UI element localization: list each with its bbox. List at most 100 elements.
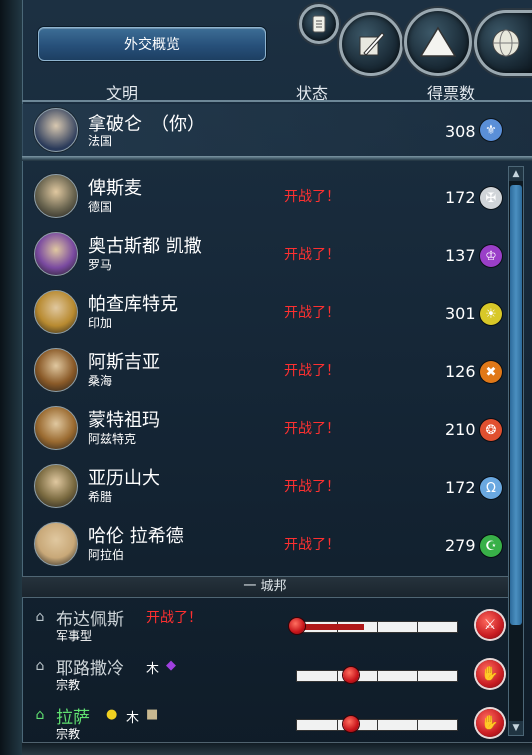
songhai-emblem-icon: ✖ bbox=[480, 361, 502, 383]
scroll-icon bbox=[312, 15, 326, 33]
leader-votes: 279 bbox=[445, 536, 476, 555]
leader-name: 阿斯吉亚 bbox=[88, 352, 160, 373]
purple-gem-icon: ◆ bbox=[166, 658, 176, 673]
city-state-row[interactable]: ⌂ 布达佩斯 军事型 开战了！ ⚔ bbox=[22, 603, 508, 653]
war-status: 开战了！ bbox=[146, 610, 202, 626]
player-row[interactable]: 拿破仑 （你） 法国 308 ⚜ bbox=[22, 104, 530, 156]
diplomacy-overview-button[interactable]: 外交概览 bbox=[38, 27, 266, 61]
header-divider bbox=[22, 100, 532, 102]
scroll-thumb[interactable] bbox=[510, 185, 522, 625]
militaristic-icon: ⌂ bbox=[35, 609, 45, 625]
leader-votes: 172 bbox=[445, 188, 476, 207]
leader-civ: 阿拉伯 bbox=[88, 548, 125, 562]
city-state-section-header: 一 城邦 bbox=[22, 576, 508, 598]
leader-name: 俾斯麦 bbox=[88, 178, 142, 199]
city-state-type: 宗教 bbox=[56, 678, 81, 692]
iron-cross-icon: ✠ bbox=[480, 187, 502, 209]
war-status: 开战了！ bbox=[284, 421, 340, 437]
player-portrait bbox=[34, 108, 78, 152]
globe-button[interactable] bbox=[474, 10, 532, 76]
city-state-type: 军事型 bbox=[56, 629, 93, 643]
influence-tick bbox=[337, 720, 338, 730]
scroll-up-arrow-icon[interactable]: ▲ bbox=[509, 167, 523, 181]
open-hand-icon[interactable]: ✋ bbox=[476, 709, 504, 737]
aztec-sun-icon: ❂ bbox=[480, 419, 502, 441]
wood-text-icon: 木 bbox=[126, 711, 140, 726]
globe-icon bbox=[492, 29, 520, 57]
leader-row[interactable]: 奥古斯都 凯撒 罗马 开战了！ 137 ♔ bbox=[22, 228, 502, 284]
influence-tick bbox=[417, 671, 418, 681]
influence-tick bbox=[377, 671, 378, 681]
leader-votes: 301 bbox=[445, 304, 476, 323]
influence-bar bbox=[296, 667, 458, 683]
player-votes: 308 bbox=[445, 122, 476, 141]
player-civ: 法国 bbox=[88, 134, 113, 148]
leader-votes: 137 bbox=[445, 246, 476, 265]
leader-votes: 210 bbox=[445, 420, 476, 439]
leader-portrait bbox=[34, 464, 78, 508]
influence-bar bbox=[296, 716, 458, 732]
city-state-type: 宗教 bbox=[56, 727, 81, 741]
war-status: 开战了！ bbox=[284, 479, 340, 495]
leader-row[interactable]: 蒙特祖玛 阿兹特克 开战了！ 210 ❂ bbox=[22, 402, 502, 458]
war-status: 开战了！ bbox=[284, 537, 340, 553]
leader-civ: 希腊 bbox=[88, 490, 113, 504]
influence-tick bbox=[377, 720, 378, 730]
leader-name: 亚历山大 bbox=[88, 468, 160, 489]
religious-icon: ⌂ bbox=[35, 658, 45, 674]
leader-row[interactable]: 阿斯吉亚 桑海 开战了！ 126 ✖ bbox=[22, 344, 502, 400]
leader-portrait bbox=[34, 232, 78, 276]
war-status: 开战了！ bbox=[284, 305, 340, 321]
crossed-swords-icon[interactable]: ⚔ bbox=[476, 611, 504, 639]
sun-icon: ☀ bbox=[480, 303, 502, 325]
war-status: 开战了！ bbox=[284, 363, 340, 379]
influence-fill bbox=[297, 624, 365, 630]
helmet-icon: Ω bbox=[480, 477, 502, 499]
quill-icon bbox=[359, 32, 385, 56]
wood-text-icon: 木 bbox=[146, 662, 160, 677]
war-status: 开战了！ bbox=[284, 189, 340, 205]
scroll-menu-button[interactable] bbox=[299, 4, 339, 44]
influence-tick bbox=[337, 671, 338, 681]
panel-frame-left bbox=[0, 0, 23, 755]
influence-tick bbox=[417, 622, 418, 632]
leader-civ: 阿兹特克 bbox=[88, 432, 137, 446]
leader-name: 蒙特祖玛 bbox=[88, 410, 160, 431]
influence-tick bbox=[417, 720, 418, 730]
laurel-wreath-icon: ♔ bbox=[480, 245, 502, 267]
city-state-row[interactable]: ⌂ 耶路撒冷 宗教木 ◆ ✋ bbox=[22, 652, 508, 702]
player-divider bbox=[22, 156, 532, 161]
leader-portrait bbox=[34, 174, 78, 218]
open-hand-icon[interactable]: ✋ bbox=[476, 660, 504, 688]
leader-name: 帕查库特克 bbox=[88, 294, 178, 315]
scroll-down-arrow-icon[interactable]: ▼ bbox=[509, 721, 523, 735]
leader-row[interactable]: 帕查库特克 印加 开战了！ 301 ☀ bbox=[22, 286, 502, 342]
gold-coins-icon: ● bbox=[106, 707, 118, 722]
panel-frame-bottom bbox=[22, 742, 532, 755]
leader-civ: 罗马 bbox=[88, 258, 113, 272]
leader-votes: 172 bbox=[445, 478, 476, 497]
leader-list-scrollbar[interactable]: ▲ ▼ bbox=[508, 166, 524, 736]
influence-marker bbox=[289, 618, 305, 634]
leader-row[interactable]: 亚历山大 希腊 开战了！ 172 Ω bbox=[22, 460, 502, 516]
figure-badge-icon: ■ bbox=[146, 707, 159, 722]
leader-name: 奥古斯都 凯撒 bbox=[88, 236, 202, 257]
leader-portrait bbox=[34, 522, 78, 566]
advisor-button[interactable] bbox=[404, 8, 472, 76]
leader-portrait bbox=[34, 406, 78, 450]
leader-row[interactable]: 哈伦 拉希德 阿拉伯 开战了！ 279 ☪ bbox=[22, 518, 502, 574]
triangle-icon bbox=[419, 26, 457, 57]
leader-civ: 印加 bbox=[88, 316, 113, 330]
crescent-icon: ☪ bbox=[480, 535, 502, 557]
leader-civ: 德国 bbox=[88, 200, 113, 214]
leader-votes: 126 bbox=[445, 362, 476, 381]
influence-marker bbox=[343, 667, 360, 683]
diplomacy-button[interactable] bbox=[339, 12, 403, 76]
war-status: 开战了！ bbox=[284, 247, 340, 263]
leader-portrait bbox=[34, 348, 78, 392]
leader-portrait bbox=[34, 290, 78, 334]
influence-tick bbox=[377, 622, 378, 632]
leader-row[interactable]: 俾斯麦 德国 开战了！ 172 ✠ bbox=[22, 170, 502, 226]
leader-civ: 桑海 bbox=[88, 374, 113, 388]
influence-bar bbox=[289, 618, 458, 634]
